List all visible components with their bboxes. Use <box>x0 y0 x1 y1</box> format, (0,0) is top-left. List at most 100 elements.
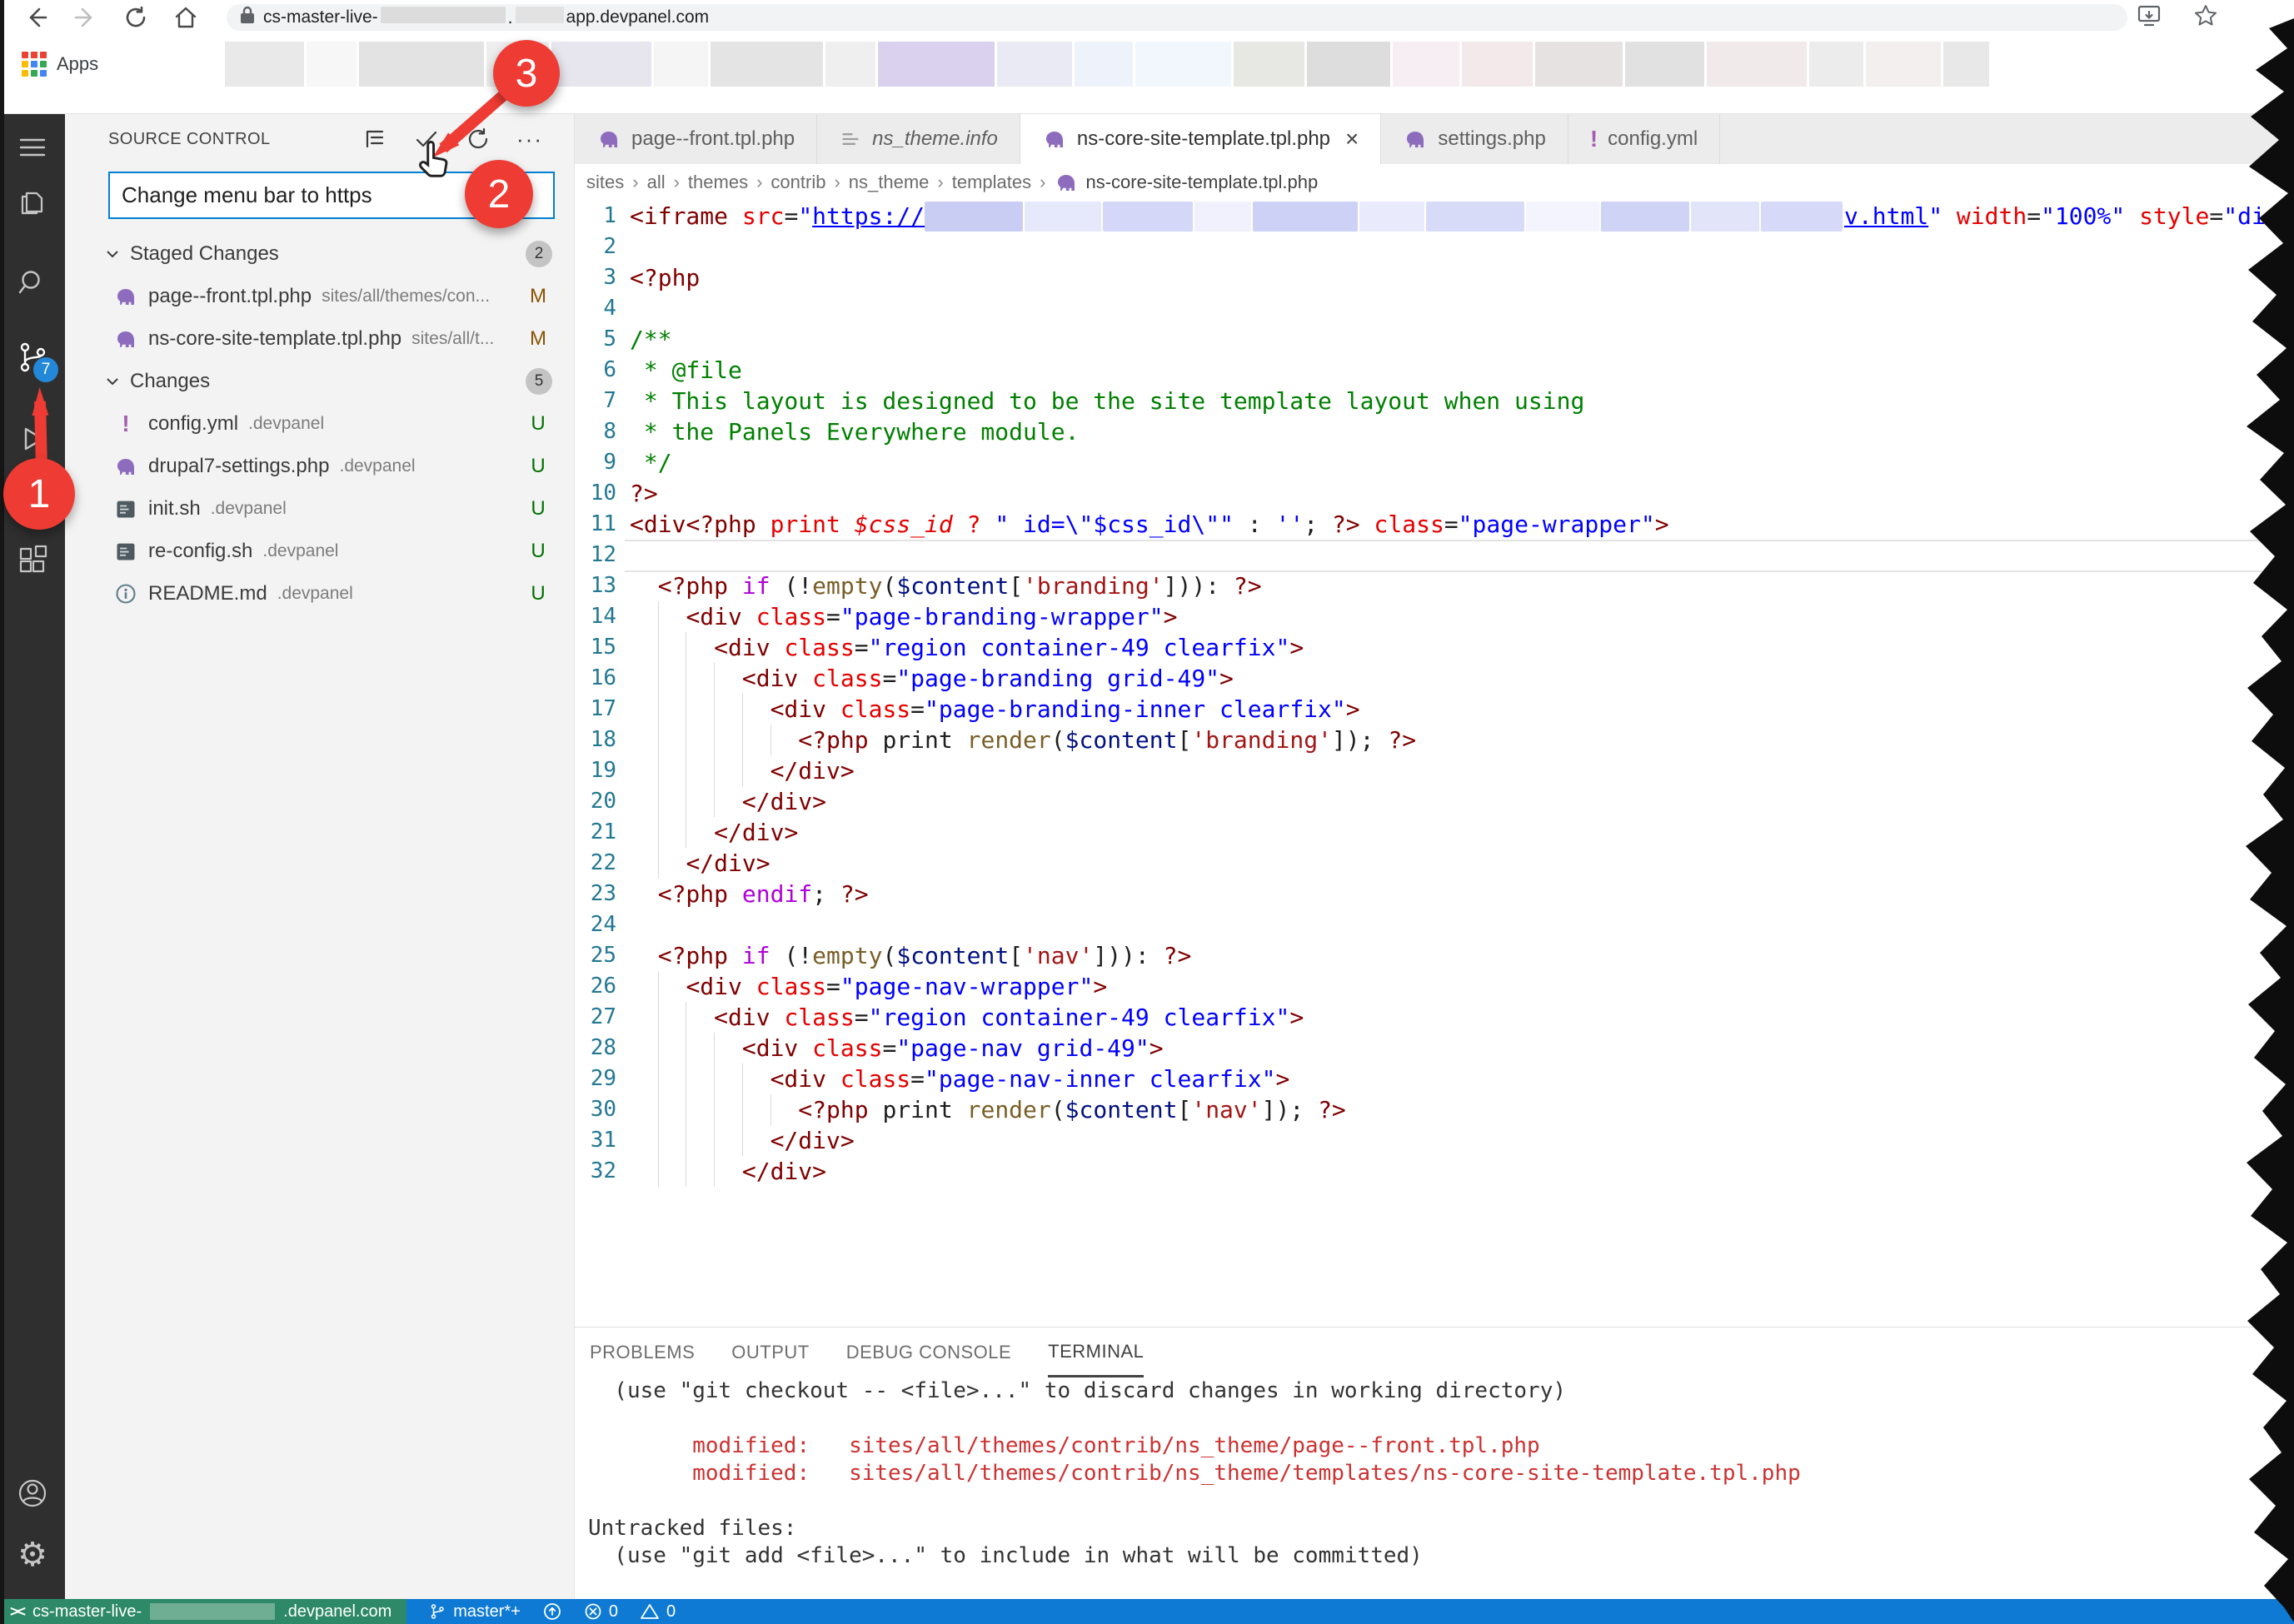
url-suffix: app.devpanel.com <box>566 7 710 27</box>
scm-file-row[interactable]: ns-core-site-template.tpl.phpsites/all/t… <box>65 317 574 360</box>
extensions-icon[interactable] <box>0 541 65 580</box>
line-number: 13 <box>575 570 616 601</box>
bookmark-favicon-redacted[interactable] <box>1707 42 1807 87</box>
bookmark-favicon-redacted[interactable] <box>307 42 357 87</box>
code-line-27: 27 <div class="region container-49 clear… <box>575 1002 2294 1033</box>
view-as-tree-icon[interactable] <box>361 125 389 153</box>
code-line-21: 21 </div> <box>575 817 2294 848</box>
code-line-23: 23 <?php endif; ?> <box>575 879 2294 909</box>
line-number: 14 <box>575 601 616 632</box>
back-icon[interactable] <box>22 3 50 32</box>
errors-indicator[interactable]: 0 <box>584 1599 618 1624</box>
breadcrumb[interactable]: sites›all›themes›contrib›ns_theme›templa… <box>575 164 2294 201</box>
warning-icon <box>640 1602 660 1621</box>
code-line-20: 20 </div> <box>575 786 2294 817</box>
php-file-icon <box>113 284 138 309</box>
panel-tab-problems[interactable]: PROBLEMS <box>590 1328 695 1377</box>
bookmark-favicon-redacted[interactable] <box>825 42 875 87</box>
breadcrumb-item[interactable]: ns_theme <box>849 172 930 193</box>
remote-icon: >< <box>10 1603 24 1621</box>
branch-indicator[interactable]: master*+ <box>428 1599 521 1624</box>
remote-host-prefix: cs-master-live- <box>32 1602 142 1622</box>
menu-hamburger-icon[interactable] <box>0 127 65 167</box>
bookmark-star-icon[interactable] <box>2192 2 2219 33</box>
editor-tab-config.yml[interactable]: !config.yml <box>1568 114 1720 164</box>
bookmark-favicon-redacted[interactable] <box>1943 42 1989 87</box>
bookmark-favicon-redacted[interactable] <box>1234 42 1304 87</box>
bookmark-favicon-redacted[interactable] <box>225 42 304 87</box>
git-status-letter: M <box>527 285 549 308</box>
breadcrumb-item[interactable]: themes <box>688 172 748 193</box>
branch-name: master*+ <box>453 1602 521 1622</box>
bookmark-favicon-redacted[interactable] <box>1462 42 1533 87</box>
code-line-2: 2 <box>575 232 2294 262</box>
scm-section-header[interactable]: Staged Changes2 <box>65 232 574 275</box>
code-editor[interactable]: 1<iframe src="https://v.html" width="100… <box>575 201 2294 1327</box>
readme-info-icon <box>114 582 137 605</box>
breadcrumb-item[interactable]: sites <box>586 172 624 193</box>
panel-tab-output[interactable]: OUTPUT <box>731 1328 809 1377</box>
scm-file-row[interactable]: re-config.sh.devpanelU <box>65 530 574 572</box>
warnings-indicator[interactable]: 0 <box>640 1599 676 1624</box>
bookmark-favicon-redacted[interactable] <box>1809 42 1863 87</box>
editor-tab-page--front.tpl.php[interactable]: page--front.tpl.php <box>575 114 817 164</box>
panel-tab-debug-console[interactable]: DEBUG CONSOLE <box>846 1328 1011 1377</box>
scm-file-row[interactable]: README.md.devpanelU <box>65 572 574 615</box>
terminal-output[interactable]: (use "git checkout -- <file>..." to disc… <box>575 1377 2294 1624</box>
code-line-4: 4 <box>575 293 2294 324</box>
scm-file-row[interactable]: drupal7-settings.php.devpanelU <box>65 445 574 487</box>
forward-icon[interactable] <box>72 3 100 32</box>
bookmark-favicon-redacted[interactable] <box>1866 42 1941 87</box>
breadcrumb-file[interactable]: ns-core-site-template.tpl.php <box>1054 170 1318 195</box>
sync-icon <box>542 1602 562 1622</box>
apps-grid-icon[interactable] <box>22 52 47 77</box>
cursor-hand-icon <box>413 138 456 185</box>
bookmark-favicon-redacted[interactable] <box>1135 42 1231 87</box>
scm-sidebar: SOURCE CONTROL ··· Staged Changes2page--… <box>65 114 575 1600</box>
line-number: 5 <box>575 324 616 355</box>
bookmark-favicon-redacted[interactable] <box>878 42 995 87</box>
scm-section-header[interactable]: Changes5 <box>65 360 574 402</box>
reload-icon[interactable] <box>122 3 150 32</box>
line-number: 2 <box>575 232 616 262</box>
line-number: 20 <box>575 786 616 817</box>
errors-count: 0 <box>609 1602 618 1622</box>
editor-tab-settings.php[interactable]: settings.php <box>1381 114 1568 164</box>
editor-tab-ns_theme.info[interactable]: ns_theme.info <box>817 114 1020 164</box>
bookmark-favicon-redacted[interactable] <box>1307 42 1390 87</box>
search-icon[interactable] <box>0 262 65 302</box>
scm-file-row[interactable]: page--front.tpl.phpsites/all/themes/con.… <box>65 275 574 317</box>
editor-tab-ns-core-site-template.tpl.php[interactable]: ns-core-site-template.tpl.php× <box>1020 114 1382 164</box>
terminal-line <box>588 1405 2294 1432</box>
explorer-icon[interactable] <box>0 184 65 224</box>
line-number: 17 <box>575 694 616 725</box>
scm-file-row[interactable]: init.sh.devpanelU <box>65 487 574 530</box>
bookmark-favicon-redacted[interactable] <box>1393 42 1459 87</box>
yaml-file-icon: ! <box>1590 127 1598 151</box>
home-icon[interactable] <box>172 3 200 32</box>
panel-tab-terminal[interactable]: TERMINAL <box>1048 1328 1144 1377</box>
breadcrumb-item[interactable]: contrib <box>770 172 825 193</box>
terminal-line <box>588 1570 2294 1597</box>
settings-gear-icon[interactable]: ⚙ <box>0 1535 65 1575</box>
close-tab-icon[interactable]: × <box>1345 126 1359 152</box>
scm-file-row[interactable]: !config.yml.devpanelU <box>65 402 574 445</box>
bookmark-favicon-redacted[interactable] <box>551 42 651 87</box>
apps-label[interactable]: Apps <box>57 53 98 75</box>
sync-indicator[interactable] <box>542 1599 562 1624</box>
bookmark-favicon-redacted[interactable] <box>711 42 823 87</box>
address-bar[interactable]: cs-master-live- . app.devpanel.com <box>227 4 2127 31</box>
account-icon[interactable] <box>0 1473 65 1513</box>
install-app-icon[interactable] <box>2136 2 2162 33</box>
bookmark-favicon-redacted[interactable] <box>1625 42 1704 87</box>
bookmark-favicon-redacted[interactable] <box>1535 42 1623 87</box>
code-line-9: 9 */ <box>575 447 2294 478</box>
git-status-letter: U <box>527 455 549 478</box>
bookmark-favicon-redacted[interactable] <box>997 42 1072 87</box>
breadcrumb-item[interactable]: all <box>647 172 666 193</box>
bookmark-favicon-redacted[interactable] <box>1075 42 1133 87</box>
bookmark-favicon-redacted[interactable] <box>654 42 708 87</box>
breadcrumb-item[interactable]: templates <box>952 172 1031 193</box>
remote-indicator[interactable]: >< cs-master-live- .devpanel.com <box>0 1599 406 1624</box>
annotation-circle-2: 2 <box>465 160 533 228</box>
